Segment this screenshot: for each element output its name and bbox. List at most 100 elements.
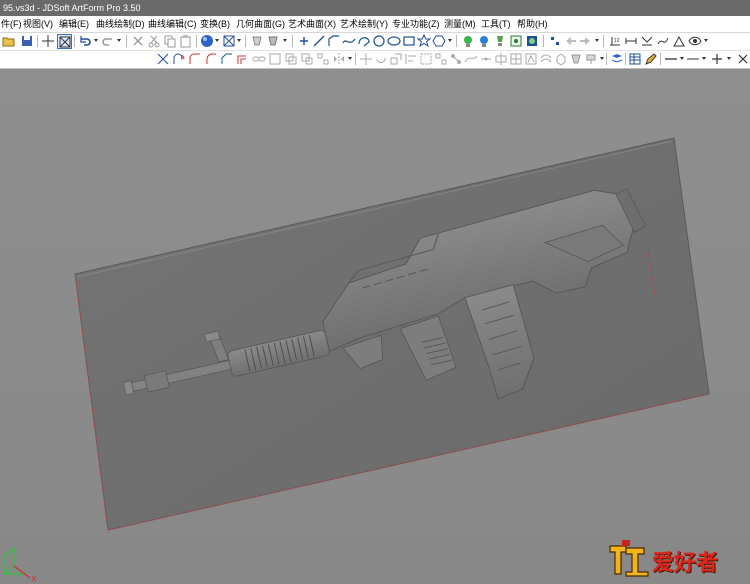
split-icon[interactable] xyxy=(494,52,508,66)
bulb-blue-icon[interactable] xyxy=(477,34,491,48)
boolean-icon[interactable] xyxy=(284,52,298,66)
node-icon[interactable] xyxy=(449,52,463,66)
menu-curve-edit[interactable]: 曲线编辑(C) xyxy=(147,16,198,32)
view-dropdown-icon[interactable] xyxy=(237,39,241,42)
triangle-measure-icon[interactable] xyxy=(672,34,686,48)
paint-icon[interactable] xyxy=(584,52,598,66)
mirror-icon[interactable] xyxy=(332,52,346,66)
measure-angle-icon[interactable] xyxy=(640,34,654,48)
shading-sphere-icon[interactable] xyxy=(200,34,214,48)
menu-art-surface[interactable]: 艺术曲面(X) xyxy=(287,16,337,32)
arrow-right-icon[interactable] xyxy=(578,34,592,48)
ungroup-icon[interactable] xyxy=(434,52,448,66)
menu-transform[interactable]: 变换(B) xyxy=(199,16,231,32)
point-icon[interactable] xyxy=(297,34,311,48)
copy-shape-icon[interactable] xyxy=(300,52,314,66)
shape-dropdown-icon[interactable] xyxy=(448,39,452,42)
pencil-icon[interactable] xyxy=(644,52,658,66)
link-icon[interactable] xyxy=(252,52,266,66)
line-weight-dropdown-icon[interactable] xyxy=(702,57,706,60)
transform-dropdown-icon[interactable] xyxy=(600,57,604,60)
line-style-dropdown-icon[interactable] xyxy=(680,57,684,60)
chamfer-icon[interactable] xyxy=(220,52,234,66)
redo-dropdown-icon[interactable] xyxy=(117,39,121,42)
cut-icon[interactable] xyxy=(147,34,161,48)
view-box-icon[interactable] xyxy=(222,34,236,48)
menu-measure[interactable]: 测量(M) xyxy=(443,16,477,32)
rectangle-icon[interactable] xyxy=(402,34,416,48)
paste-icon[interactable] xyxy=(179,34,193,48)
arc-curve-icon[interactable] xyxy=(357,34,371,48)
snap-icon[interactable] xyxy=(548,34,562,48)
marker-icon[interactable] xyxy=(710,52,724,66)
menu-tools[interactable]: 工具(T) xyxy=(480,16,512,32)
menu-edit[interactable]: 编辑(E) xyxy=(58,16,90,32)
line-style-icon[interactable] xyxy=(664,52,678,66)
fillet-icon[interactable] xyxy=(188,52,202,66)
menu-pro[interactable]: 专业功能(Z) xyxy=(391,16,441,32)
align-icon[interactable] xyxy=(404,52,418,66)
menu-curve-draw[interactable]: 曲线绘制(D) xyxy=(95,16,146,32)
surface-icon[interactable] xyxy=(539,52,553,66)
star-icon[interactable] xyxy=(417,34,431,48)
group-icon[interactable] xyxy=(419,52,433,66)
shading-dropdown-icon[interactable] xyxy=(215,39,219,42)
crosshair-icon[interactable] xyxy=(41,34,55,48)
delete-icon[interactable] xyxy=(131,34,145,48)
nav-dropdown-icon[interactable] xyxy=(595,39,599,42)
circle-icon[interactable] xyxy=(372,34,386,48)
zoom-window-icon[interactable] xyxy=(57,34,72,49)
viewport-3d[interactable]: X 爱好者 xyxy=(0,69,750,584)
curve-icon[interactable] xyxy=(342,34,356,48)
cube-icon[interactable] xyxy=(554,52,568,66)
measure-dropdown-icon[interactable] xyxy=(704,39,708,42)
measure-curve-icon[interactable] xyxy=(656,34,670,48)
menu-help[interactable]: 帮助(H) xyxy=(516,16,549,32)
measure-distance-icon[interactable] xyxy=(624,34,638,48)
undo-icon[interactable] xyxy=(78,34,92,48)
dimension-icon[interactable]: 12 xyxy=(608,34,622,48)
line-weight-icon[interactable] xyxy=(686,52,700,66)
save-icon[interactable] xyxy=(20,34,34,48)
redo-icon[interactable] xyxy=(101,34,115,48)
light-icon[interactable] xyxy=(493,34,507,48)
trim-icon[interactable] xyxy=(156,52,170,66)
edit-dropdown-icon[interactable] xyxy=(348,57,352,60)
grid-icon[interactable] xyxy=(509,52,523,66)
array-icon[interactable] xyxy=(316,52,330,66)
rotate-icon[interactable] xyxy=(374,52,388,66)
table-icon[interactable] xyxy=(628,52,642,66)
cup-dropdown-icon[interactable] xyxy=(283,39,287,42)
project-icon[interactable] xyxy=(524,52,538,66)
menu-file[interactable]: 件(F) xyxy=(0,16,23,32)
ellipse-icon[interactable] xyxy=(387,34,401,48)
fillet2-icon[interactable] xyxy=(204,52,218,66)
scale-icon[interactable] xyxy=(389,52,403,66)
render-icon[interactable] xyxy=(509,34,523,48)
line-icon[interactable] xyxy=(312,34,326,48)
undo-dropdown-icon[interactable] xyxy=(94,39,98,42)
polygon-icon[interactable] xyxy=(432,34,446,48)
smooth-icon[interactable] xyxy=(464,52,478,66)
extend-icon[interactable] xyxy=(172,52,186,66)
copy-icon[interactable] xyxy=(163,34,177,48)
menu-view[interactable]: 视图(V) xyxy=(22,16,54,32)
offset-icon[interactable] xyxy=(236,52,250,66)
marker-dropdown-icon[interactable] xyxy=(727,57,731,60)
bulb-green-icon[interactable] xyxy=(461,34,475,48)
cup-small-icon[interactable] xyxy=(569,52,583,66)
cup-icon[interactable] xyxy=(250,34,264,48)
frame-icon[interactable] xyxy=(268,52,282,66)
polyline-icon[interactable] xyxy=(327,34,341,48)
menu-geometry-surface[interactable]: 几何曲面(G) xyxy=(235,16,286,32)
move-icon[interactable] xyxy=(359,52,373,66)
material-icon[interactable] xyxy=(525,34,539,48)
arrow-left-icon[interactable] xyxy=(564,34,578,48)
layer-icon[interactable] xyxy=(610,52,624,66)
close-x-icon[interactable] xyxy=(736,52,750,66)
menu-art-draw[interactable]: 艺术绘制(Y) xyxy=(339,16,389,32)
cup2-icon[interactable] xyxy=(266,34,280,48)
eye-icon[interactable] xyxy=(688,34,702,48)
weld-icon[interactable] xyxy=(479,52,493,66)
open-icon[interactable] xyxy=(2,34,16,48)
